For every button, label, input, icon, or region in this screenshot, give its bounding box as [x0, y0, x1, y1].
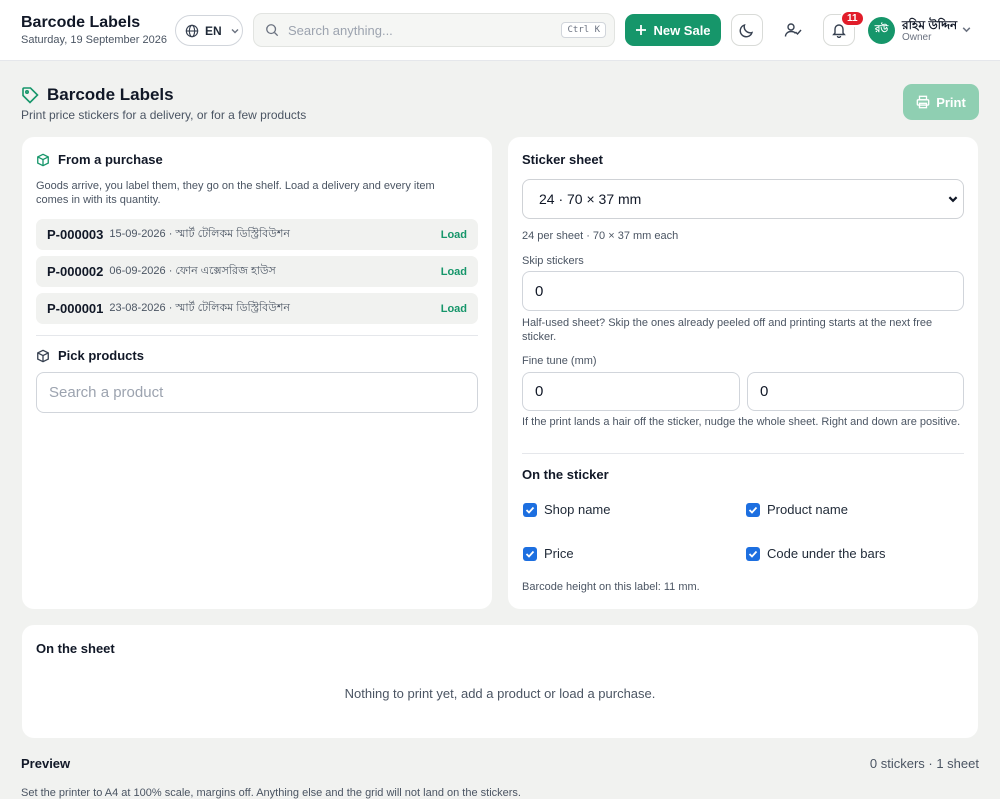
printer-icon: [916, 95, 930, 109]
from-purchase-heading: From a purchase: [36, 152, 163, 167]
skip-stickers-help: Half-used sheet? Skip the ones already p…: [522, 317, 933, 343]
page-heading: Barcode Labels: [21, 85, 174, 105]
purchase-code: P-000002: [47, 264, 104, 279]
sheet-size-value: 24 · 70 × 37 mm: [539, 191, 642, 207]
product-name-label: Product name: [767, 502, 848, 517]
new-sale-label: New Sale: [653, 22, 711, 38]
notification-badge: 11: [840, 10, 865, 27]
divider: [36, 335, 478, 336]
load-purchase-button[interactable]: Load: [441, 266, 467, 278]
search-shortcut: Ctrl K: [561, 22, 606, 38]
sheet-contents-card: On the sheet Nothing to print yet, add a…: [22, 625, 978, 738]
purchase-meta: 06-09-2026 · ফোন এক্সেসরিজ হাউস: [109, 265, 276, 277]
product-name-checkbox[interactable]: Product name: [746, 502, 848, 517]
purchase-meta: 15-09-2026 · স্মার্ট টেলিকম ডিস্ট্রিবিউশ…: [109, 228, 290, 240]
fine-tune-x-input[interactable]: 0: [522, 372, 740, 411]
pick-products-heading: Pick products: [36, 348, 144, 363]
app-title: Barcode Labels: [21, 14, 141, 31]
pick-products-title: Pick products: [58, 348, 144, 363]
user-role: Owner: [902, 32, 932, 43]
divider: [522, 453, 964, 454]
fine-tune-y-input[interactable]: 0: [747, 372, 964, 411]
from-purchase-description: Goods arrive, you label them, they go on…: [36, 180, 435, 206]
user-switch-button[interactable]: [777, 14, 809, 46]
purchase-code: P-000003: [47, 227, 104, 242]
plus-icon: [636, 25, 647, 35]
on-the-sheet-title: On the sheet: [36, 641, 115, 656]
purchase-code: P-000001: [47, 301, 104, 316]
chevron-down-icon: [231, 28, 239, 33]
price-label: Price: [544, 546, 574, 561]
preview-note: Set the printer to A4 at 100% scale, mar…: [21, 787, 521, 799]
purchase-row[interactable]: P-000002 06-09-2026 · ফোন এক্সেসরিজ হাউস…: [36, 256, 478, 287]
globe-icon: [185, 24, 199, 37]
new-sale-button[interactable]: New Sale: [625, 14, 721, 46]
check-icon: [748, 550, 758, 558]
sheet-size-select[interactable]: 24 · 70 × 37 mm: [522, 179, 964, 219]
shop-name-label: Shop name: [544, 502, 611, 517]
search-icon: [266, 24, 279, 37]
skip-stickers-input[interactable]: 0: [522, 271, 964, 311]
page-subtitle: Print price stickers for a delivery, or …: [21, 108, 307, 122]
fine-tune-help: If the print lands a hair off the sticke…: [522, 416, 961, 428]
sticker-settings-card: Sticker sheet 24 · 70 × 37 mm 24 per she…: [508, 137, 978, 609]
checkbox-checked[interactable]: [746, 546, 760, 561]
notifications-button[interactable]: 11: [823, 10, 865, 46]
print-label: Print: [936, 94, 966, 110]
language-label: EN: [205, 23, 222, 38]
load-purchase-button[interactable]: Load: [441, 229, 467, 241]
checkbox-checked[interactable]: [746, 502, 760, 517]
current-date: Saturday, 19 September 2026: [21, 34, 167, 46]
price-checkbox[interactable]: Price: [523, 546, 574, 561]
tag-icon: [22, 87, 39, 104]
preview-title: Preview: [21, 756, 71, 771]
print-button[interactable]: Print: [903, 84, 979, 120]
preview-count: 0 stickers · 1 sheet: [869, 756, 979, 771]
product-search-input[interactable]: Search a product: [36, 372, 478, 413]
user-check-icon: [784, 23, 802, 37]
sticker-sheet-title: Sticker sheet: [522, 152, 603, 167]
checkbox-checked[interactable]: [523, 502, 537, 517]
skip-stickers-label: Skip stickers: [522, 255, 584, 267]
language-selector[interactable]: EN: [175, 15, 243, 46]
chevron-down-icon: [948, 196, 958, 203]
empty-state-message: Nothing to print yet, add a product or l…: [344, 686, 656, 701]
sheet-info: 24 per sheet · 70 × 37 mm each: [522, 230, 679, 242]
purchase-row[interactable]: P-000001 23-08-2026 · স্মার্ট টেলিকম ডিস…: [36, 293, 478, 324]
purchase-meta: 23-08-2026 · স্মার্ট টেলিকম ডিস্ট্রিবিউশ…: [109, 302, 290, 314]
fine-tune-label: Fine tune (mm): [522, 355, 597, 367]
avatar[interactable]: রউ: [868, 17, 895, 44]
search-placeholder: Search anything...: [288, 22, 393, 38]
checkbox-checked[interactable]: [523, 546, 537, 561]
check-icon: [525, 506, 535, 514]
load-purchase-button[interactable]: Load: [441, 303, 467, 315]
barcode-height-note: Barcode height on this label: 11 mm.: [522, 581, 700, 593]
from-purchase-title: From a purchase: [58, 152, 163, 167]
theme-toggle-button[interactable]: [731, 14, 763, 46]
top-bar: Barcode Labels Saturday, 19 September 20…: [0, 0, 1000, 61]
package-icon: [37, 349, 49, 362]
package-check-icon: [37, 153, 49, 166]
chevron-down-icon[interactable]: [961, 24, 972, 35]
code-under-bars-label: Code under the bars: [767, 546, 886, 561]
moon-icon: [739, 23, 754, 38]
global-search[interactable]: Search anything... Ctrl K: [253, 13, 615, 47]
on-sticker-title: On the sticker: [522, 467, 609, 482]
shop-name-checkbox[interactable]: Shop name: [523, 502, 611, 517]
check-icon: [525, 550, 535, 558]
code-under-bars-checkbox[interactable]: Code under the bars: [746, 546, 886, 561]
page-title: Barcode Labels: [47, 85, 174, 104]
source-card: From a purchase Goods arrive, you label …: [22, 137, 492, 609]
purchase-row[interactable]: P-000003 15-09-2026 · স্মার্ট টেলিকম ডিস…: [36, 219, 478, 250]
check-icon: [748, 506, 758, 514]
